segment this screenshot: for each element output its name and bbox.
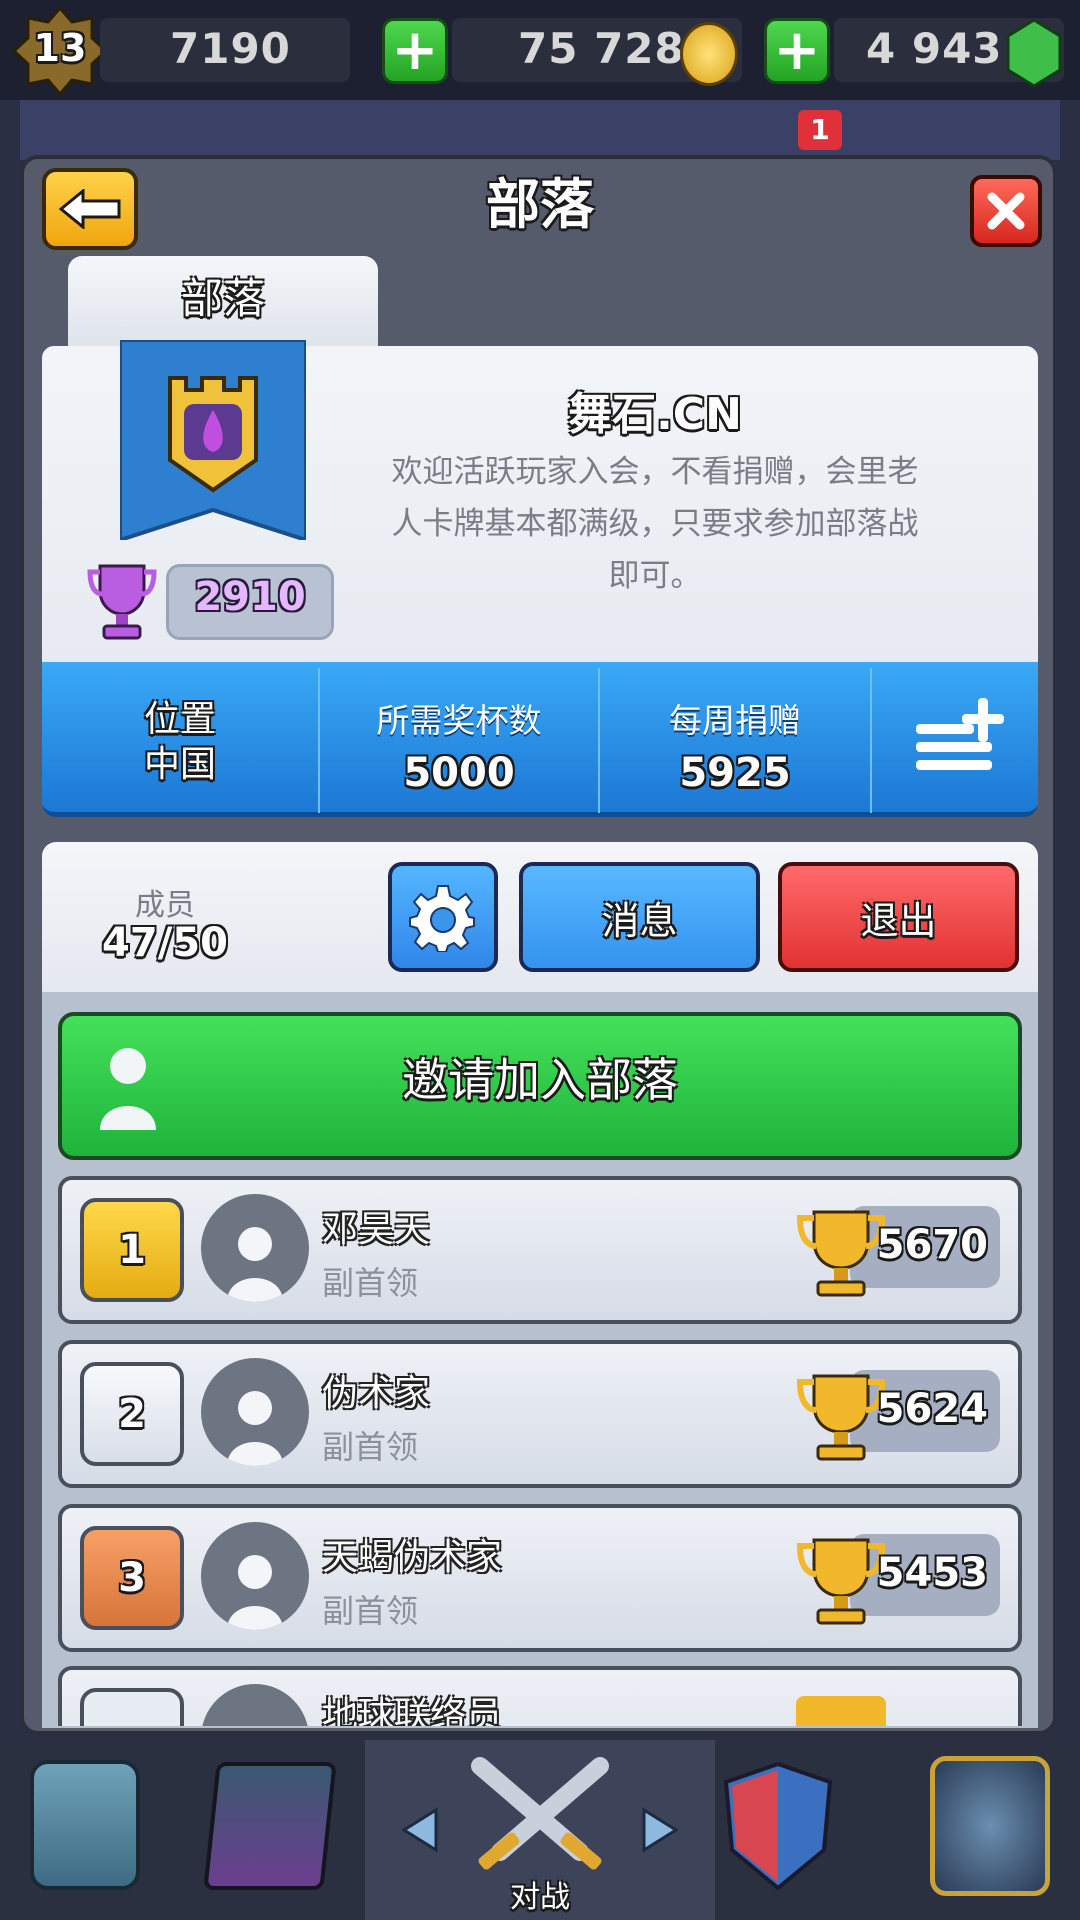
close-button[interactable] (970, 175, 1042, 247)
member-name: 伪术家 (322, 1373, 431, 1414)
clan-settings-button[interactable] (388, 862, 498, 972)
rank-badge: 2 (80, 1362, 184, 1466)
clan-war-shield-icon[interactable] (718, 1760, 838, 1894)
add-gems-button[interactable]: + (764, 18, 830, 84)
weekly-donations-label: 每周捐赠 (669, 701, 801, 740)
member-row-clip: 地球联络员 (58, 1666, 1022, 1726)
leave-clan-button-label: 退出 (860, 898, 937, 943)
chevron-left-icon[interactable] (400, 1806, 440, 1854)
cards-icon[interactable] (203, 1762, 337, 1890)
clan-description-line: 即可。 (608, 558, 702, 594)
level-value: 13 (33, 26, 87, 70)
gold-value: 75 728 (518, 24, 685, 73)
member-name: 天蝎伪术家 (322, 1537, 503, 1578)
member-role: 副首领 (322, 1428, 419, 1466)
gold-coin-icon (680, 22, 738, 86)
divider (870, 668, 872, 813)
clan-badge-icon (120, 340, 306, 540)
profile-avatar[interactable] (930, 1756, 1050, 1896)
avatar (201, 1358, 309, 1466)
member-role: 副首领 (322, 1592, 419, 1630)
clan-name: 舞石.CN (568, 389, 742, 440)
rank-badge (80, 1688, 184, 1726)
members-label: 成员 (135, 888, 195, 923)
clan-description-line: 人卡牌基本都满级，只要求参加部落战 (391, 506, 919, 542)
leave-clan-button[interactable]: 退出 (778, 862, 1019, 972)
rank-badge: 1 (80, 1198, 184, 1302)
add-gold-button[interactable]: + (382, 18, 448, 84)
member-name: 地球联络员 (322, 1695, 503, 1726)
tab-clan-label: 部落 (180, 274, 265, 323)
modal-title: 部落 (486, 173, 594, 236)
member-trophies: 5624 (876, 1386, 988, 1432)
avatar (201, 1522, 309, 1630)
shop-chest-icon[interactable] (30, 1760, 140, 1890)
gear-icon (409, 885, 475, 952)
person-icon (227, 1391, 283, 1466)
clan-description-line: 欢迎活跃玩家入会，不看捐赠，会里老 (391, 454, 919, 490)
level-badge[interactable]: 13 (11, 5, 109, 97)
message-button-label: 消息 (601, 898, 678, 943)
close-icon (987, 192, 1025, 230)
message-button[interactable]: 消息 (519, 862, 760, 972)
clan-trophies: 2910 (194, 574, 306, 620)
trophy-icon (87, 564, 157, 640)
gem-icon (1006, 18, 1062, 88)
avatar (201, 1194, 309, 1302)
experience-value: 7190 (170, 24, 291, 73)
clan-description: 欢迎活跃玩家入会，不看捐赠，会里老 人卡牌基本都满级，只要求参加部落战 即可。 (360, 446, 950, 602)
member-trophies: 5453 (876, 1550, 988, 1596)
clan-menu-add-icon[interactable] (912, 694, 1010, 776)
members-count: 47/50 (102, 920, 228, 966)
crossed-swords-icon (471, 1757, 609, 1870)
weekly-donations-value: 5925 (679, 750, 791, 796)
gems-value: 4 943 (866, 24, 1003, 73)
background-clan-strip (20, 100, 1060, 160)
member-name: 邓昊天 (322, 1209, 431, 1250)
person-icon (227, 1227, 283, 1302)
member-role: 副首领 (322, 1264, 419, 1302)
rank-badge: 3 (80, 1526, 184, 1630)
person-icon (227, 1555, 283, 1630)
required-trophies-value: 5000 (403, 750, 515, 796)
location-value: 中国 (143, 744, 216, 785)
notification-badge: 1 (798, 110, 842, 150)
trophy-icon (796, 1696, 886, 1726)
member-trophies: 5670 (876, 1222, 988, 1268)
required-trophies-label: 所需奖杯数 (376, 701, 542, 740)
invite-button-label: 邀请加入部落 (402, 1053, 678, 1107)
chevron-right-icon[interactable] (640, 1806, 680, 1854)
battle-tab-label: 对战 (510, 1880, 570, 1915)
